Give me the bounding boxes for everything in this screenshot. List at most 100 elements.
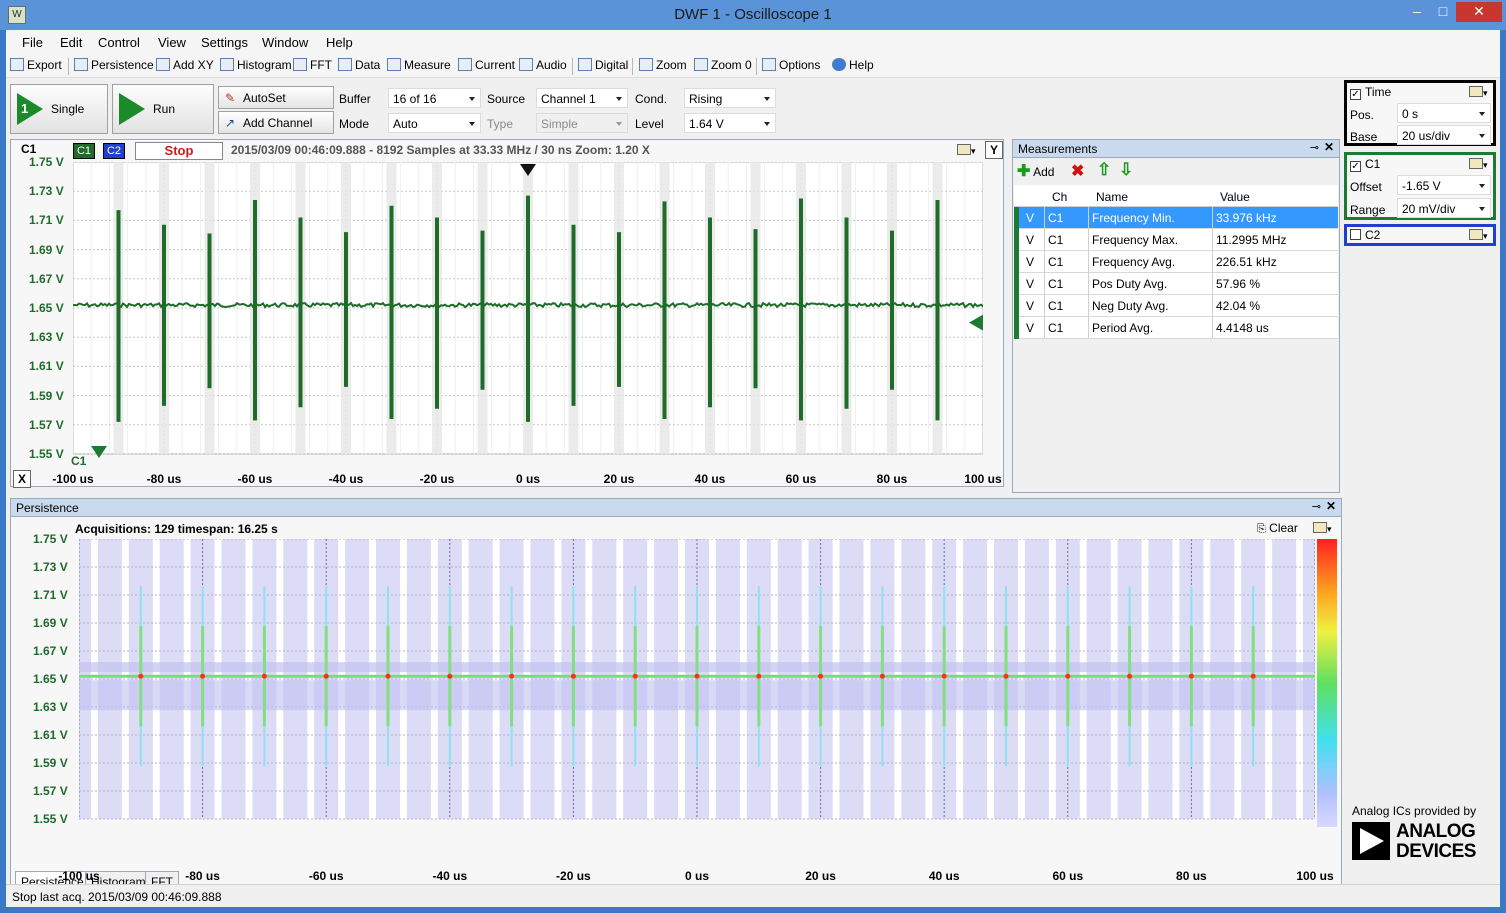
zoom-0-icon [694, 58, 708, 71]
clear-button[interactable]: ⎘ Clear [1257, 521, 1298, 536]
zoom-button[interactable]: Zoom [639, 58, 687, 72]
c2-options-icon[interactable]: ▾ [1469, 228, 1488, 242]
persistence-hotspot [879, 673, 885, 679]
window-title: DWF 1 - Oscilloscope 1 [674, 6, 832, 23]
menu-file[interactable]: File [22, 35, 43, 50]
current-button[interactable]: Current [458, 58, 515, 72]
persistence-hotspot [756, 673, 762, 679]
level-input[interactable]: 1.64 V [684, 113, 776, 133]
c1-options-icon[interactable]: ▾ [1469, 157, 1488, 171]
export-button[interactable]: Export [10, 58, 62, 72]
status-text: Stop last acq. 2015/03/09 00:46:09.888 [12, 890, 222, 904]
help-icon [832, 58, 846, 71]
help-button[interactable]: Help [832, 58, 874, 72]
x-axis-button[interactable]: X [13, 470, 31, 488]
minimize-button[interactable]: – [1404, 2, 1430, 22]
measurement-name: Frequency Max. [1092, 233, 1179, 247]
measurement-row[interactable]: V C1 Period Avg. 4.4148 us [1014, 317, 1338, 339]
menu-settings[interactable]: Settings [201, 35, 248, 50]
menu-window[interactable]: Window [262, 35, 308, 50]
y-tick-label: 1.57 V [33, 784, 68, 798]
measurement-row[interactable]: V C1 Pos Duty Avg. 57.96 % [1014, 273, 1338, 295]
data-icon [338, 58, 352, 71]
menu-edit[interactable]: Edit [60, 35, 82, 50]
measurement-value: 226.51 kHz [1216, 255, 1277, 269]
time-options-icon[interactable]: ▾ [1469, 85, 1488, 99]
x-tick-label: 60 us [785, 472, 817, 486]
buffer-select[interactable]: 16 of 16 [388, 88, 481, 108]
options-button[interactable]: Options [762, 58, 820, 72]
persistence-plot[interactable] [79, 539, 1315, 827]
measurement-ch: C1 [1048, 277, 1064, 291]
xy-icon [156, 58, 170, 71]
persistence-icon [74, 58, 88, 71]
scope-panel: C1 C1 C2 Stop 2015/03/09 00:46:09.888 - … [10, 139, 1004, 488]
source-select[interactable]: Channel 1 [536, 88, 628, 108]
measurement-type: V [1026, 211, 1035, 225]
offset-input[interactable]: -1.65 V [1397, 175, 1491, 195]
close-button[interactable]: ✕ [1456, 2, 1502, 22]
c2-checkbox[interactable]: C2 [1350, 228, 1380, 242]
acquisition-controls: 1 Single Run ✎ AutoSet ↗ Add Channel Buffe… [6, 79, 1342, 139]
x-tick-label: 80 us [876, 472, 908, 486]
run-button[interactable]: Run [112, 84, 214, 134]
y-tick-label: 1.61 V [29, 359, 64, 374]
add-measurement-button[interactable]: ✚ Add [1017, 161, 1054, 181]
time-checkbox[interactable]: ✓ Time [1350, 85, 1391, 100]
measurement-row[interactable]: V C1 Frequency Max. 11.2995 MHz [1014, 229, 1338, 251]
scope-plot[interactable] [73, 162, 983, 470]
measurement-type: V [1026, 277, 1035, 291]
measurement-value: 42.04 % [1216, 299, 1261, 313]
scope-options-icon[interactable]: ▾ [957, 143, 976, 157]
histogram-button[interactable]: Histogram [220, 58, 292, 72]
c2-box: C2 ▾ [1344, 224, 1496, 246]
measurement-type: V [1026, 233, 1035, 247]
persistence-options-icon[interactable]: ▾ [1313, 521, 1332, 535]
analog-devices-logo-icon [1352, 822, 1390, 860]
x-tick-label: -40 us [432, 869, 468, 883]
y-axis-button[interactable]: Y [985, 141, 1003, 159]
measurements-header: Measurements ⊸ ✕ [1013, 140, 1339, 158]
range-select[interactable]: 20 mV/div [1397, 198, 1491, 218]
x-tick-label: -40 us [328, 472, 364, 486]
persistence-hotspot [1188, 673, 1194, 679]
measurement-row[interactable]: V C1 Frequency Avg. 226.51 kHz [1014, 251, 1338, 273]
measure-button[interactable]: Measure [387, 58, 451, 72]
add-xy-button[interactable]: Add XY [156, 58, 214, 72]
c1-badge[interactable]: C1 [73, 143, 95, 159]
persistence-pin-icon[interactable]: ⊸ [1312, 500, 1321, 513]
menu-control[interactable]: Control [98, 35, 140, 50]
x-tick-label: 20 us [805, 869, 836, 883]
c1-checkbox[interactable]: ✓ C1 [1350, 157, 1380, 172]
maximize-button[interactable]: □ [1430, 2, 1456, 22]
digital-button[interactable]: Digital [578, 58, 628, 72]
persistence-hotspot [1065, 673, 1071, 679]
zoom-0-button[interactable]: Zoom 0 [694, 58, 752, 72]
measurement-row[interactable]: V C1 Neg Duty Avg. 42.04 % [1014, 295, 1338, 317]
type-label: Type [487, 117, 514, 131]
panel-close-icon[interactable]: ✕ [1324, 140, 1334, 154]
single-button[interactable]: 1 Single [10, 84, 108, 134]
measurement-type: V [1026, 299, 1035, 313]
menu-view[interactable]: View [158, 35, 186, 50]
audio-button[interactable]: Audio [519, 58, 567, 72]
cond-select[interactable]: Rising [684, 88, 776, 108]
move-up-icon[interactable]: ⇧ [1097, 160, 1111, 180]
add-channel-button[interactable]: ↗ Add Channel [218, 111, 334, 134]
c2-badge[interactable]: C2 [103, 143, 125, 159]
base-select[interactable]: 20 us/div [1397, 125, 1491, 145]
persistence-hotspot [632, 673, 638, 679]
pin-icon[interactable]: ⊸ [1310, 141, 1319, 154]
pos-input[interactable]: 0 s [1397, 103, 1491, 123]
mode-select[interactable]: Auto [388, 113, 481, 133]
autoset-button[interactable]: ✎ AutoSet [218, 86, 334, 109]
delete-measurement-icon[interactable]: ✖ [1071, 161, 1084, 181]
move-down-icon[interactable]: ⇩ [1119, 160, 1133, 180]
fft-button[interactable]: FFT [293, 58, 332, 72]
data-button[interactable]: Data [338, 58, 380, 72]
measurement-row[interactable]: V C1 Frequency Min. 33.976 kHz [1014, 207, 1338, 229]
persistence-button[interactable]: Persistence [74, 58, 154, 72]
persistence-close-icon[interactable]: ✕ [1326, 499, 1336, 513]
channel-color-bar [1014, 207, 1019, 229]
menu-help[interactable]: Help [326, 35, 353, 50]
